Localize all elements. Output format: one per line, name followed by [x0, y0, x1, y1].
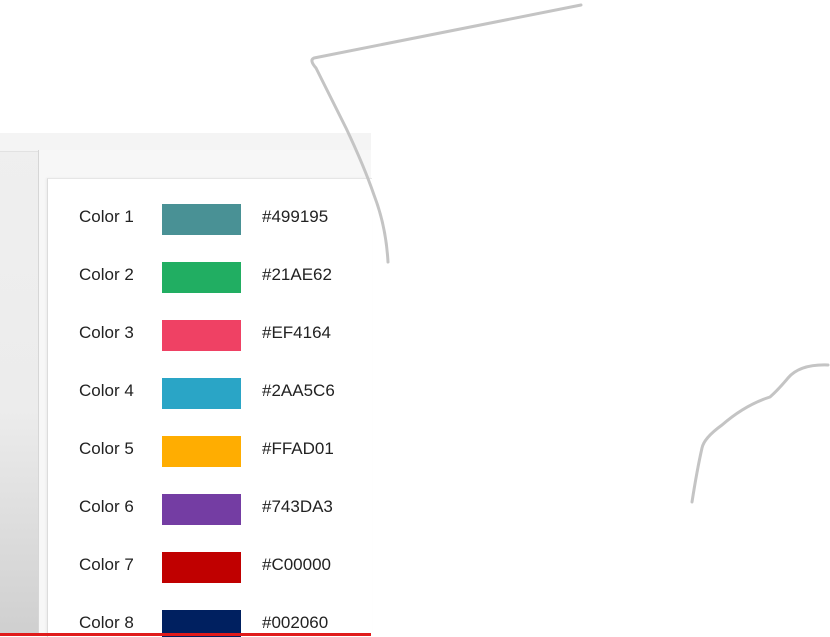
color-label: Color 3 [79, 323, 134, 342]
color-swatch [162, 436, 241, 467]
color-label: Color 2 [79, 265, 134, 284]
color-label: Color 1 [79, 207, 134, 226]
color-row-1: Color 1 #499195 [48, 198, 372, 238]
color-hex-code: #EF4164 [262, 323, 331, 342]
color-label: Color 8 [79, 613, 134, 632]
color-label: Color 4 [79, 381, 134, 400]
color-row-3: Color 3 #EF4164 [48, 314, 372, 354]
color-hex-code: #FFAD01 [262, 439, 334, 458]
color-hex-code: #743DA3 [262, 497, 333, 516]
color-swatch [162, 378, 241, 409]
color-hex-code: #499195 [262, 207, 329, 226]
color-label: Color 6 [79, 497, 134, 516]
color-label: Color 5 [79, 439, 134, 458]
color-row-7: Color 7 #C00000 [48, 546, 372, 586]
annotation-stroke [690, 363, 830, 504]
color-label: Color 7 [79, 555, 134, 574]
color-hex-code: #21AE62 [262, 265, 332, 284]
color-hex-code: #002060 [262, 613, 329, 632]
color-row-6: Color 6 #743DA3 [48, 488, 372, 528]
color-swatch [162, 204, 241, 235]
color-swatch [162, 494, 241, 525]
color-palette-list: Color 1 #499195 Color 2 #21AE62 Color 3 … [47, 178, 372, 637]
color-swatch [162, 262, 241, 293]
color-swatch [162, 552, 241, 583]
color-row-5: Color 5 #FFAD01 [48, 430, 372, 470]
color-row-2: Color 2 #21AE62 [48, 256, 372, 296]
color-hex-code: #C00000 [262, 555, 332, 574]
color-row-4: Color 4 #2AA5C6 [48, 372, 372, 412]
color-hex-code: #2AA5C6 [262, 381, 335, 400]
color-swatch [162, 320, 241, 351]
